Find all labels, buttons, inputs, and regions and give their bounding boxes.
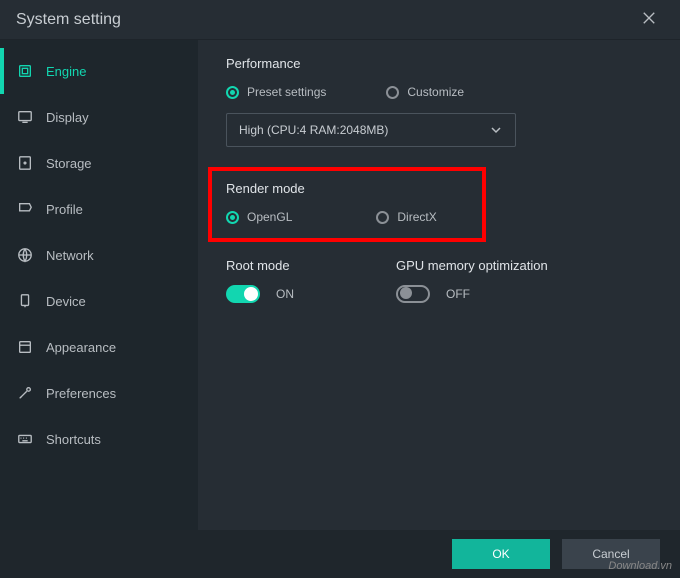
sidebar-item-appearance[interactable]: Appearance	[0, 324, 198, 370]
network-icon	[16, 246, 34, 264]
sidebar: Engine Display Storage Profile Netwo	[0, 40, 198, 530]
sidebar-item-label: Preferences	[46, 386, 116, 401]
select-value: High (CPU:4 RAM:2048MB)	[239, 123, 388, 137]
appearance-icon	[16, 338, 34, 356]
sidebar-item-network[interactable]: Network	[0, 232, 198, 278]
watermark: Download.vn	[608, 560, 672, 572]
sidebar-item-engine[interactable]: Engine	[0, 48, 198, 94]
sidebar-item-label: Engine	[46, 64, 86, 79]
render-mode-highlight: Render mode OpenGL DirectX	[208, 167, 486, 242]
sidebar-item-storage[interactable]: Storage	[0, 140, 198, 186]
chevron-down-icon	[489, 123, 503, 137]
radio-label: Preset settings	[247, 85, 326, 99]
root-mode-toggle[interactable]	[226, 285, 260, 303]
sidebar-item-label: Shortcuts	[46, 432, 101, 447]
profile-icon	[16, 200, 34, 218]
radio-dot-icon	[376, 211, 389, 224]
sidebar-item-device[interactable]: Device	[0, 278, 198, 324]
titlebar: System setting	[0, 0, 680, 40]
radio-preset-settings[interactable]: Preset settings	[226, 85, 326, 99]
sidebar-item-profile[interactable]: Profile	[0, 186, 198, 232]
window-title: System setting	[16, 11, 121, 29]
radio-label: Customize	[407, 85, 464, 99]
radio-directx[interactable]: DirectX	[376, 210, 436, 224]
close-icon[interactable]	[634, 5, 664, 34]
sidebar-item-label: Display	[46, 110, 89, 125]
sidebar-item-label: Appearance	[46, 340, 116, 355]
performance-title: Performance	[226, 56, 652, 71]
sidebar-item-label: Device	[46, 294, 86, 309]
performance-preset-select[interactable]: High (CPU:4 RAM:2048MB)	[226, 113, 516, 147]
radio-dot-icon	[226, 86, 239, 99]
engine-icon	[16, 62, 34, 80]
sidebar-item-label: Profile	[46, 202, 83, 217]
render-mode-title: Render mode	[226, 181, 468, 196]
radio-label: OpenGL	[247, 210, 292, 224]
radio-dot-icon	[386, 86, 399, 99]
radio-dot-icon	[226, 211, 239, 224]
radio-opengl[interactable]: OpenGL	[226, 210, 292, 224]
sidebar-item-display[interactable]: Display	[0, 94, 198, 140]
radio-label: DirectX	[397, 210, 436, 224]
sidebar-item-label: Storage	[46, 156, 92, 171]
shortcuts-icon	[16, 430, 34, 448]
radio-customize[interactable]: Customize	[386, 85, 464, 99]
toggle-label: OFF	[446, 287, 470, 301]
display-icon	[16, 108, 34, 126]
storage-icon	[16, 154, 34, 172]
footer: OK Cancel	[0, 530, 680, 578]
toggle-label: ON	[276, 287, 294, 301]
device-icon	[16, 292, 34, 310]
sidebar-item-preferences[interactable]: Preferences	[0, 370, 198, 416]
main-panel: Performance Preset settings Customize Hi…	[198, 40, 680, 530]
sidebar-item-shortcuts[interactable]: Shortcuts	[0, 416, 198, 462]
sidebar-item-label: Network	[46, 248, 94, 263]
gpu-opt-toggle[interactable]	[396, 285, 430, 303]
root-mode-title: Root mode	[226, 258, 366, 273]
gpu-opt-title: GPU memory optimization	[396, 258, 548, 273]
preferences-icon	[16, 384, 34, 402]
ok-button[interactable]: OK	[452, 539, 550, 569]
